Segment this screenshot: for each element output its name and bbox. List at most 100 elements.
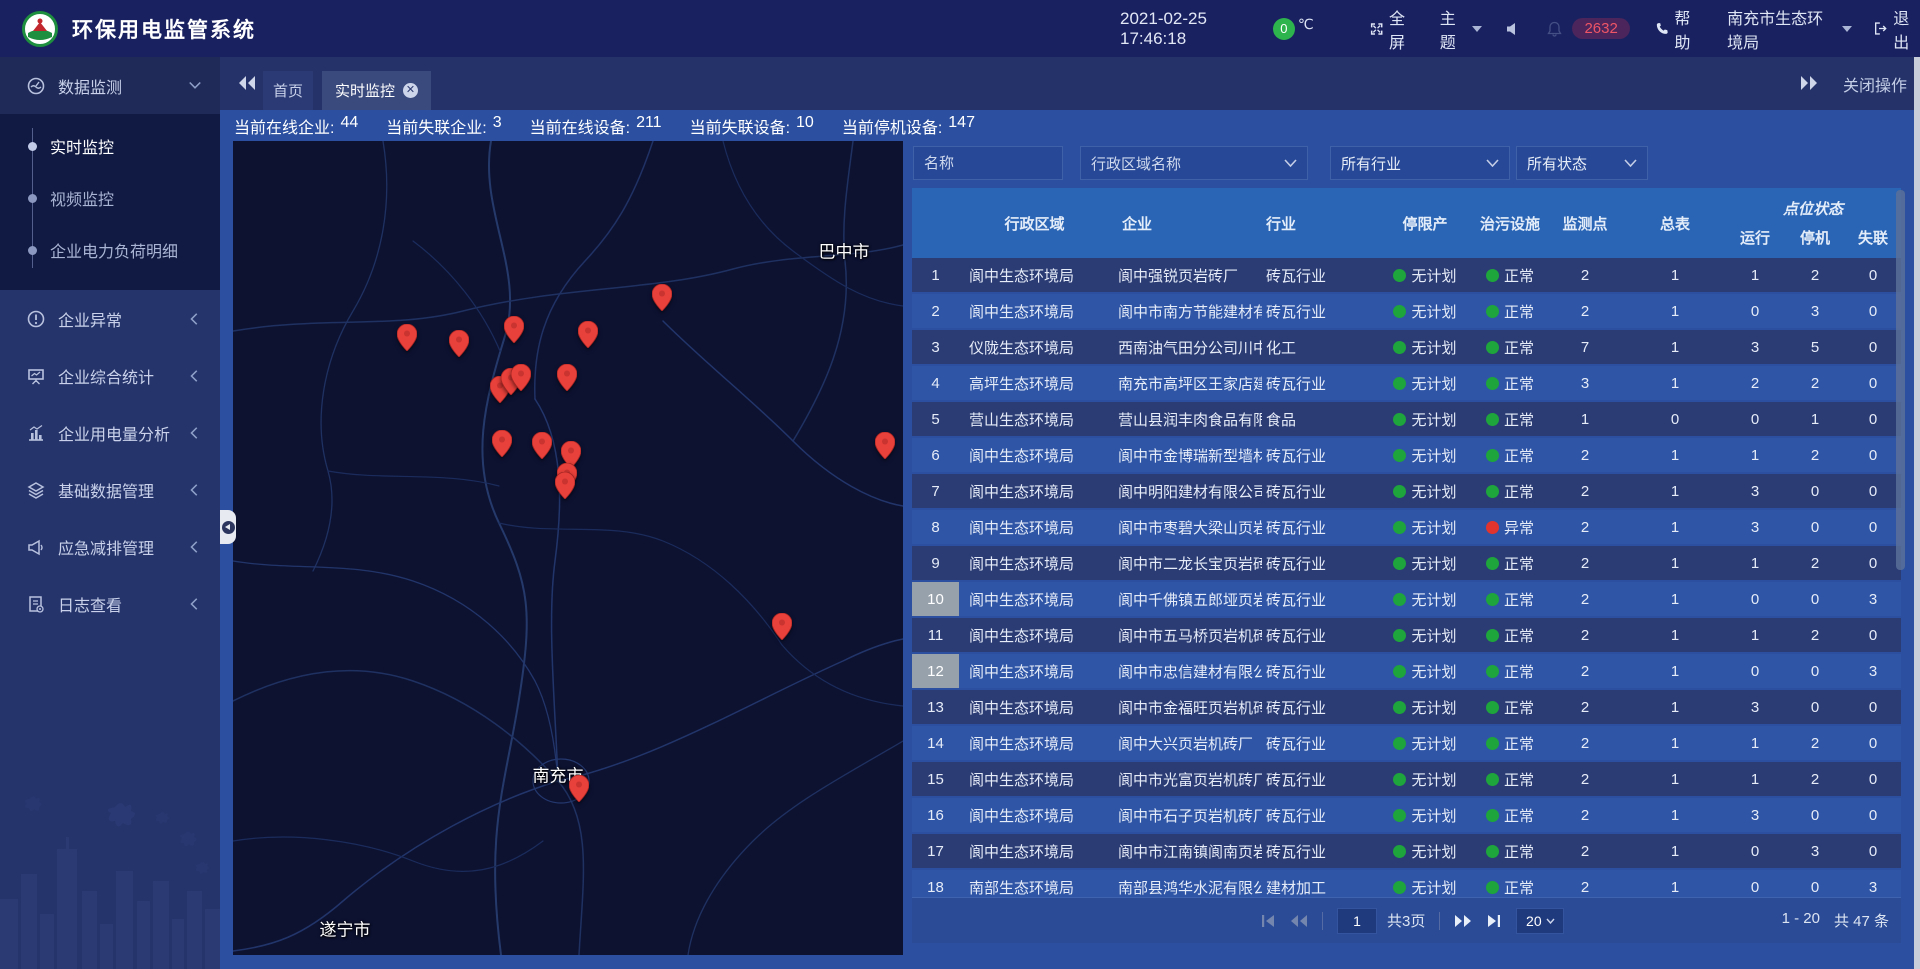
- table-row[interactable]: 6阆中生态环境局阆中市金博瑞新型墙材砖瓦行业无计划正常21120: [912, 438, 1901, 472]
- sidebar-group-1[interactable]: 企业异常: [0, 290, 220, 347]
- table-row[interactable]: 11阆中生态环境局阆中市五马桥页岩机砖砖瓦行业无计划正常21120: [912, 618, 1901, 652]
- cell-enterprise: 阆中市光富页岩机砖厂: [1110, 762, 1262, 796]
- sidebar-group-6[interactable]: 日志查看: [0, 575, 220, 632]
- map-pin[interactable]: [569, 775, 589, 807]
- table-row[interactable]: 12阆中生态环境局阆中市忠信建材有限公砖瓦行业无计划正常21003: [912, 654, 1901, 688]
- sidebar-group-2[interactable]: 企业综合统计: [0, 347, 220, 404]
- cell-region: 高坪生态环境局: [959, 366, 1110, 400]
- table-row[interactable]: 7阆中生态环境局阆中明阳建材有限公司砖瓦行业无计划正常21300: [912, 474, 1901, 508]
- table-row[interactable]: 18南部生态环境局南部县鸿华水泥有限公建材加工无计划正常21003: [912, 870, 1901, 897]
- cell-meters: 0: [1625, 402, 1725, 436]
- status-dot-icon: [1393, 521, 1406, 534]
- stop-limit-text: 无计划: [1411, 769, 1456, 790]
- next-page-button[interactable]: [1454, 914, 1472, 928]
- tab-close-icon[interactable]: ✕: [403, 83, 418, 98]
- sidebar-group-0[interactable]: 数据监测: [0, 57, 220, 114]
- cell-region: 阆中生态环境局: [959, 618, 1110, 652]
- map-pin[interactable]: [492, 430, 512, 462]
- cell-region: 营山生态环境局: [959, 402, 1110, 436]
- map-pin[interactable]: [555, 472, 575, 504]
- tab-首页[interactable]: 首页: [263, 71, 313, 110]
- first-page-button[interactable]: [1260, 914, 1276, 928]
- table-row[interactable]: 10阆中生态环境局阆中千佛镇五郎垭页岩砖瓦行业无计划正常21003: [912, 582, 1901, 616]
- table-row[interactable]: 4高坪生态环境局南充市高坪区王家店建砖瓦行业无计划正常31220: [912, 366, 1901, 400]
- map-pin[interactable]: [652, 284, 672, 316]
- table-row[interactable]: 3仪陇生态环境局西南油气田分公司川中化工无计划正常71350: [912, 330, 1901, 364]
- cell-stopped: 3: [1785, 834, 1845, 868]
- cell-running: 3: [1725, 474, 1785, 508]
- cell-industry: 砖瓦行业: [1262, 366, 1375, 400]
- org-dropdown[interactable]: 南充市生态环境局: [1727, 5, 1852, 53]
- sidebar-item-实时监控[interactable]: 实时监控: [0, 120, 220, 172]
- last-page-button[interactable]: [1486, 914, 1502, 928]
- name-filter-input[interactable]: [924, 155, 1052, 172]
- status-filter-dropdown[interactable]: 所有状态: [1516, 146, 1648, 180]
- fullscreen-button[interactable]: 全屏: [1370, 5, 1416, 53]
- status-dot-icon: [1486, 521, 1499, 534]
- table-row[interactable]: 2阆中生态环境局阆中市南方节能建材有砖瓦行业无计划正常21030: [912, 294, 1901, 328]
- sidebar-item-视频监控[interactable]: 视频监控: [0, 172, 220, 224]
- map-panel[interactable]: 巴中市南充市遂宁市: [233, 141, 903, 955]
- table-row[interactable]: 8阆中生态环境局阆中市枣碧大梁山页岩砖瓦行业无计划异常21300: [912, 510, 1901, 544]
- map-pin[interactable]: [875, 432, 895, 464]
- sidebar-collapse-handle[interactable]: [220, 510, 236, 544]
- map-pin[interactable]: [397, 324, 417, 356]
- cell-facility: 正常: [1475, 582, 1545, 616]
- help-button[interactable]: 帮助: [1656, 5, 1701, 53]
- stop-limit-text: 无计划: [1411, 805, 1456, 826]
- tab-实时监控[interactable]: 实时监控✕: [322, 71, 431, 110]
- sidebar-group-4[interactable]: 基础数据管理: [0, 461, 220, 518]
- map-pin[interactable]: [511, 364, 531, 396]
- cell-enterprise: 西南油气田分公司川中: [1110, 330, 1262, 364]
- cell-region: 阆中生态环境局: [959, 690, 1110, 724]
- megaphone-icon: [27, 538, 45, 556]
- cell-running: 1: [1725, 726, 1785, 760]
- prev-page-button[interactable]: [1290, 914, 1308, 928]
- cell-facility: 正常: [1475, 834, 1545, 868]
- table-scrollbar[interactable]: [1896, 190, 1905, 570]
- map-pin[interactable]: [532, 432, 552, 464]
- theme-dropdown[interactable]: 主题: [1440, 5, 1483, 53]
- map-pin[interactable]: [772, 613, 792, 645]
- table-row[interactable]: 5营山生态环境局营山县润丰肉食品有限食品无计划正常10010: [912, 402, 1901, 436]
- table-row[interactable]: 16阆中生态环境局阆中市石子页岩机砖厂砖瓦行业无计划正常21300: [912, 798, 1901, 832]
- cell-index: 10: [912, 582, 959, 616]
- map-pin[interactable]: [504, 316, 524, 348]
- chevron-down-icon: [188, 79, 202, 93]
- table-row[interactable]: 9阆中生态环境局阆中市二龙长宝页岩砖砖瓦行业无计划正常21120: [912, 546, 1901, 580]
- cell-industry: 砖瓦行业: [1262, 546, 1375, 580]
- close-operations-button[interactable]: 关闭操作: [1843, 57, 1907, 110]
- sidebar-group-3[interactable]: 企业用电量分析: [0, 404, 220, 461]
- mute-button[interactable]: [1506, 22, 1521, 36]
- logout-button[interactable]: 退出: [1874, 5, 1920, 53]
- tabs-scroll-right-icon[interactable]: [1798, 72, 1820, 94]
- page-scrollbar[interactable]: [1914, 57, 1920, 969]
- table-row[interactable]: 14阆中生态环境局阆中大兴页岩机砖厂砖瓦行业无计划正常21120: [912, 726, 1901, 760]
- layers-icon: [27, 481, 45, 499]
- cell-region: 阆中生态环境局: [959, 546, 1110, 580]
- table-row[interactable]: 15阆中生态环境局阆中市光富页岩机砖厂砖瓦行业无计划正常21120: [912, 762, 1901, 796]
- page-number-input[interactable]: [1337, 908, 1377, 934]
- col-stop-limit: 停限产: [1375, 188, 1475, 258]
- cell-stop-limit: 无计划: [1375, 726, 1475, 760]
- pagination-bar: 共3页 20 1 - 20 共 47 条: [912, 897, 1901, 943]
- table-row[interactable]: 17阆中生态环境局阆中市江南镇阆南页岩砖瓦行业无计划正常21030: [912, 834, 1901, 868]
- map-pin[interactable]: [557, 364, 577, 396]
- page-size-select[interactable]: 20: [1516, 908, 1564, 934]
- cell-running: 3: [1725, 690, 1785, 724]
- industry-filter-dropdown[interactable]: 所有行业: [1330, 146, 1510, 180]
- cell-region: 阆中生态环境局: [959, 762, 1110, 796]
- map-pin[interactable]: [578, 321, 598, 353]
- notifications[interactable]: 2632: [1547, 18, 1629, 39]
- tabs-scroll-left-icon[interactable]: [236, 72, 258, 94]
- col-enterprise: 企业: [1110, 188, 1262, 258]
- map-pin[interactable]: [449, 330, 469, 362]
- table-row[interactable]: 13阆中生态环境局阆中市金福旺页岩机砖砖瓦行业无计划正常21300: [912, 690, 1901, 724]
- stop-limit-text: 无计划: [1411, 661, 1456, 682]
- region-filter-dropdown[interactable]: 行政区域名称: [1080, 146, 1308, 180]
- sidebar-group-5[interactable]: 应急减排管理: [0, 518, 220, 575]
- name-filter[interactable]: [913, 146, 1063, 180]
- table-row[interactable]: 1阆中生态环境局阆中强锐页岩砖厂砖瓦行业无计划正常21120: [912, 258, 1901, 292]
- sidebar-item-企业电力负荷明细[interactable]: 企业电力负荷明细: [0, 224, 220, 276]
- status-dot-icon: [1486, 737, 1499, 750]
